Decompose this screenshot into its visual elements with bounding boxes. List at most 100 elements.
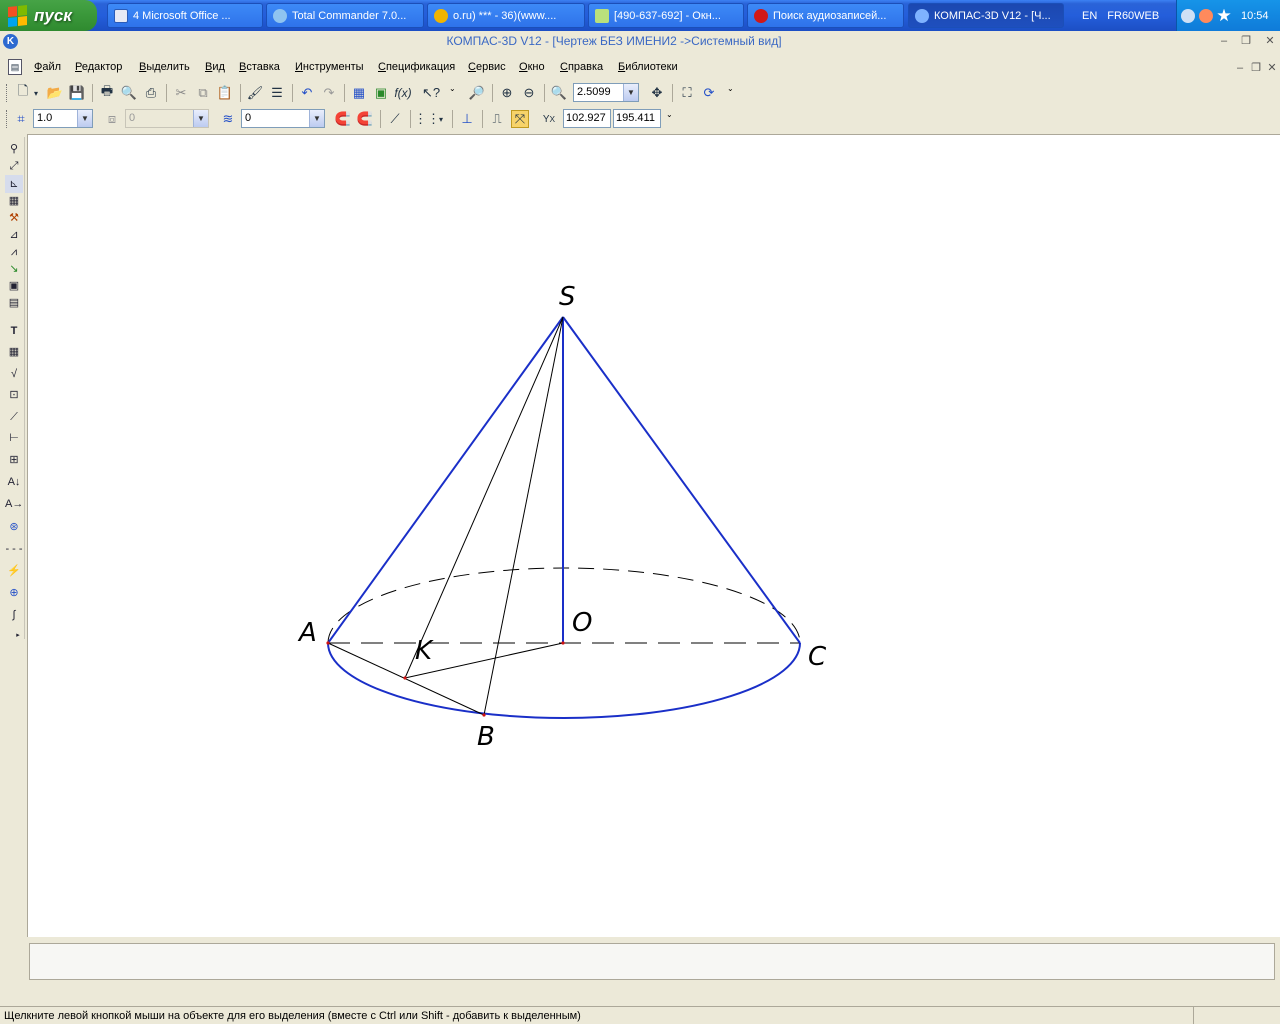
close-button[interactable]: ✕ [1262,34,1278,48]
point-tool-icon[interactable]: ⤢ [5,157,23,175]
local-snap-icon[interactable]: 🧲 [356,110,374,128]
refresh-icon[interactable]: ⟳ [700,84,718,102]
select-tool-icon[interactable]: ↘ [5,260,23,278]
point-a[interactable] [326,641,330,645]
point-b[interactable] [482,713,486,717]
table-tool-icon[interactable]: ▦ [5,343,23,361]
help-pointer-icon[interactable]: ↖? [422,84,440,102]
round-icon[interactable]: ⎍ [488,110,506,128]
variables-icon[interactable]: f(x) [394,84,412,102]
measure-tool-icon[interactable]: ⩘ [5,243,23,261]
zoom-window-icon[interactable]: 🔎 [468,84,486,102]
center-mark-tool-icon[interactable]: ⊕ [5,584,23,602]
hatch-tool-icon[interactable]: ▦ [5,192,23,210]
language-indicator[interactable]: EN [1082,10,1097,22]
toolbar-grip[interactable] [6,110,10,128]
print-icon[interactable]: 🖶 [98,83,116,102]
redo-icon[interactable]: ↷ [320,84,338,102]
format-painter-icon[interactable]: 🖌 [246,84,264,102]
point-o[interactable] [561,641,565,645]
local-cs-icon[interactable]: ⊥ [458,110,476,128]
open-folder-icon[interactable]: 📂 [46,84,64,102]
chevron-down-icon[interactable]: ▼ [623,84,638,101]
coord-x-field[interactable]: 102.927 [563,109,611,128]
edit-tool-icon[interactable]: ⚒ [5,209,23,227]
zoom-combo[interactable]: 2.5099 ▼ [573,83,639,102]
cursor-step-icon[interactable]: ⌗ [12,110,30,128]
leader-tool-icon[interactable]: ⟋ [5,408,23,426]
show-all-icon[interactable]: ⛶ [678,84,696,102]
properties-icon[interactable]: ☰ [268,84,286,102]
restore-button[interactable]: ❐ [1238,34,1254,48]
text-tool-icon[interactable]: T [5,322,23,340]
step-combo[interactable]: 1.0 ▼ [33,109,93,128]
paste-icon[interactable]: 📋 [216,84,234,102]
view-arrow-tool-icon[interactable]: A→ [5,495,23,513]
parametrization-tool-icon[interactable]: ⊿ [5,226,23,244]
parametric-mode-icon[interactable]: ⤧ [511,110,529,128]
tray-expand-icon[interactable] [1181,8,1195,23]
drawing-canvas[interactable]: S O A K B C [27,134,1280,937]
menu-specification[interactable]: Спецификация [378,61,455,73]
menu-help[interactable]: Справка [560,61,603,73]
taskbar-item-opera[interactable]: Поиск аудиозаписей... [747,3,904,28]
tray-star-icon[interactable] [1217,8,1231,22]
manager-icon[interactable]: ▦ [350,84,368,102]
panel-expand-icon[interactable]: ▸ [13,627,23,645]
ortho-icon[interactable]: ⟋ [386,110,404,128]
grid-dropdown-icon[interactable]: ▾ [436,110,446,128]
toolbar-overflow[interactable]: ⌄ [727,84,734,102]
style-combo[interactable]: 0 ▼ [241,109,325,128]
menu-libraries[interactable]: Библиотеки [618,61,678,73]
new-document-icon[interactable]: 🗋 [14,83,32,102]
tolerance-tool-icon[interactable]: ⊞ [5,451,23,469]
taskbar-item-browser[interactable]: o.ru) *** - 36)(www.... [427,3,585,28]
roughness-tool-icon[interactable]: √ [5,365,23,383]
taskbar-item-kompas[interactable]: КОМПАС-3D V12 - [Ч... [908,3,1064,28]
cut-icon[interactable]: ✂ [172,84,190,102]
wave-line-tool-icon[interactable]: ∫ [5,606,23,624]
print-preview-icon[interactable]: 🔍 [120,84,138,102]
taskbar-item-icq[interactable]: [490-637-692] - Окн... [588,3,744,28]
menu-file[interactable]: Файл [34,61,61,73]
zoom-in-icon[interactable]: ⊕ [498,84,516,102]
associative-view-icon[interactable]: ▣ [5,277,23,295]
doc-restore-button[interactable]: ❐ [1248,61,1264,75]
tray-app-icon[interactable] [1199,8,1213,23]
library-manager-icon[interactable]: ▣ [372,84,390,102]
dashed-line-tool-icon[interactable]: - - - [5,540,23,558]
menu-insert[interactable]: Вставка [239,61,280,73]
chevron-down-icon[interactable]: ▼ [309,110,324,127]
new-dropdown-icon[interactable]: ▾ [31,84,41,102]
position-tool-icon[interactable]: ⊢ [5,429,23,447]
minimize-button[interactable]: – [1216,34,1232,48]
start-button[interactable]: пуск [0,0,97,31]
geometry-tool-icon[interactable]: ⚲ [5,140,23,158]
menu-tools[interactable]: Инструменты [295,61,364,73]
save-icon[interactable]: 💾 [68,84,86,102]
dimensions-tool-icon[interactable]: ⊾ [5,175,23,193]
toolbar-overflow[interactable]: ⌄ [449,84,456,102]
snap-magnet-icon[interactable]: 🧲 [334,110,352,128]
lightning-tool-icon[interactable]: ⚡ [5,562,23,580]
toolbar-grip[interactable] [6,84,10,102]
spec-tool-icon[interactable]: ▤ [5,294,23,312]
layers-icon[interactable]: ≋ [219,110,237,128]
taskbar-item-word[interactable]: 4 Microsoft Office ... [107,3,263,28]
coord-y-field[interactable]: 195.411 [613,109,661,128]
menu-window[interactable]: Окно [519,61,545,73]
taskbar-item-total-commander[interactable]: Total Commander 7.0... [266,3,424,28]
base-tool-icon[interactable]: ⊡ [5,386,23,404]
chevron-down-icon[interactable]: ▼ [77,110,92,127]
zoom-scale-icon[interactable]: 🔍 [550,84,568,102]
axis-tool-icon[interactable]: ⊛ [5,518,23,536]
doc-minimize-button[interactable]: – [1232,61,1248,75]
grid-icon[interactable]: ⋮⋮ [414,110,440,128]
copy-icon[interactable]: ⧉ [194,84,212,102]
text-arrow-tool-icon[interactable]: A↓ [5,473,23,491]
zoom-out-icon[interactable]: ⊖ [520,84,538,102]
print-setup-icon[interactable]: ⎙ [142,84,160,102]
menu-service[interactable]: Сервис [468,61,506,73]
doc-close-button[interactable]: ✕ [1264,61,1280,75]
toolbar-overflow[interactable]: ⌄ [666,110,673,128]
